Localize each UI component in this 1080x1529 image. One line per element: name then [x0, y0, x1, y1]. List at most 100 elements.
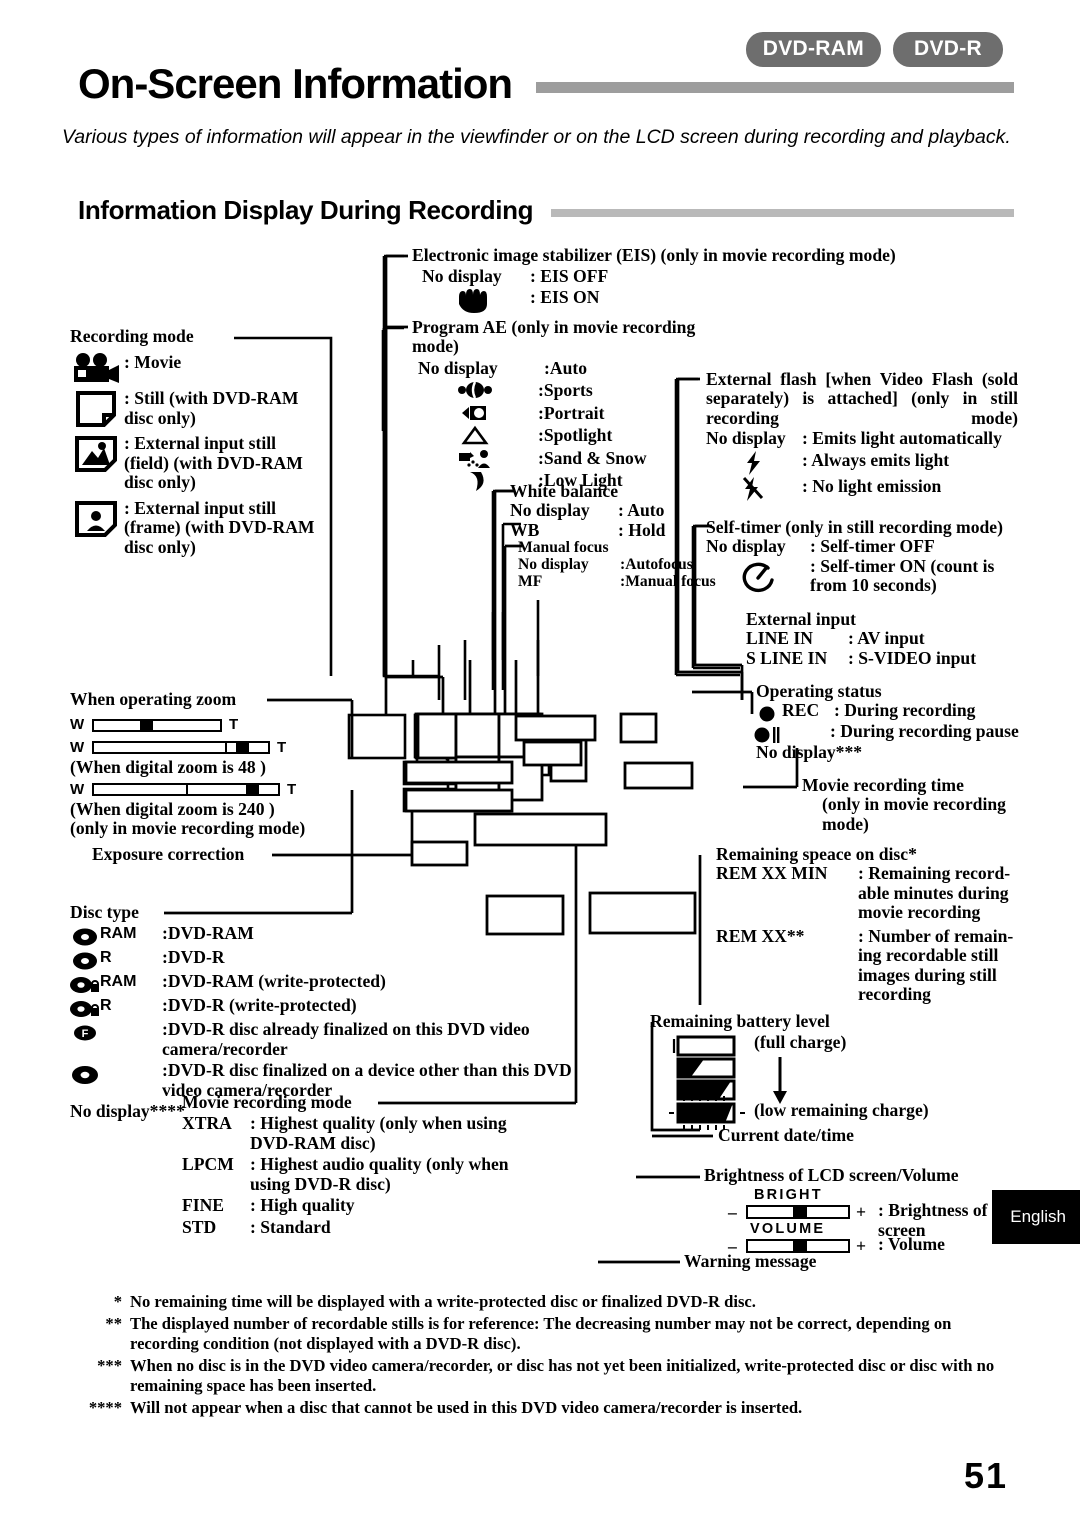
battery-heading: Remaining battery level [650, 1011, 830, 1031]
disc-type-code-ram: RAM [100, 925, 137, 943]
external-input-frame-icon [70, 499, 124, 537]
footnotes: * No remaining time will be displayed wi… [80, 1292, 1010, 1419]
program-ae-row-portrait: :Portrait [412, 403, 742, 423]
hand-icon [412, 288, 530, 313]
disc-type-text-r: :DVD-R [162, 947, 225, 968]
still-page-icon [70, 389, 124, 428]
operating-status-label-rec: REC [782, 700, 820, 721]
footnote-3-text: When no disc is in the DVD video camera/… [130, 1355, 995, 1396]
warning-message-heading: Warning message [684, 1251, 817, 1271]
page-title: On-Screen Information [78, 60, 513, 107]
manual-focus-row-mf: MF :Manual focus [518, 573, 718, 590]
program-ae-heading: Program AE (only in movie recording mode… [412, 317, 696, 357]
zoom-bar-2: W T [70, 737, 370, 757]
disc-type-code-ram-protected: RAM [100, 973, 137, 991]
operating-status-block: Operating status REC : During recording … [754, 681, 1046, 763]
zoom-bar-2-track[interactable] [91, 741, 270, 755]
zoom-block: When operating zoom W T W T (When digita… [70, 689, 370, 838]
program-ae-text-auto: :Auto [544, 357, 588, 378]
rec-dot-icon [756, 701, 778, 722]
zoom-bar-3: W T [70, 779, 370, 799]
zoom-bar-3-track[interactable] [91, 783, 280, 797]
zoom-bar-2-knob[interactable] [235, 743, 249, 753]
zoom-bar-2-divider [224, 743, 227, 753]
footnote-4-text: Will not appear when a disc that cannot … [130, 1397, 803, 1417]
external-input-row-svideo: S LINE IN : S-VIDEO input [746, 647, 1036, 668]
recording-mode-heading: Recording mode [70, 326, 194, 346]
manual-focus-text-auto: :Autofocus [620, 556, 693, 574]
external-flash-text-on: : Always emits light [802, 449, 950, 470]
movie-rec-mode-sym-fine: FINE [182, 1195, 225, 1216]
flash-off-icon [706, 476, 802, 501]
manual-focus-sym-no-display: No display [518, 556, 589, 574]
movie-rec-mode-row-xtra: XTRA : Highest quality (only when using … [182, 1113, 602, 1153]
zoom-bar-3-w: W [70, 781, 85, 798]
external-input-sym-s-line-in: S LINE IN [746, 647, 828, 668]
recording-mode-label-movie: : Movie [124, 352, 182, 373]
program-ae-text-sports: :Sports [538, 380, 593, 401]
remaining-space-sym-count: REM XX** [716, 925, 805, 946]
movie-rec-mode-row-std: STD : Standard [182, 1216, 602, 1237]
movie-recording-time-heading: Movie recording time [802, 775, 964, 795]
disc-type-code-r: R [100, 949, 112, 967]
self-timer-block: Self-timer (only in still recording mode… [706, 517, 1018, 596]
bright-slider-knob[interactable] [793, 1207, 807, 1218]
recording-mode-item-ext-frame: : External input still (frame) (with DVD… [70, 498, 330, 557]
volume-caption: VOLUME [750, 1221, 826, 1238]
battery-low-label: (low remaining charge) [754, 1100, 929, 1121]
footnote-1-mark: * [113, 1292, 122, 1311]
movie-recording-mode-heading: Movie recording mode [182, 1092, 352, 1112]
external-flash-row-auto: No display : Emits light automatically [706, 428, 1018, 448]
recording-mode-block: Recording mode : Movie : Still (with DVD… [70, 326, 330, 557]
section-title: Information Display During Recording [78, 195, 534, 225]
current-datetime-block: Current date/time [718, 1125, 978, 1145]
operating-status-text-pause: : During recording pause [830, 721, 1019, 742]
self-timer-row-off: No display : Self-timer OFF [706, 536, 1018, 556]
disc-plain-icon [70, 1061, 100, 1085]
zoom-bar-2-w: W [70, 739, 85, 756]
disc-type-row-ram: RAM :DVD-RAM [70, 923, 630, 946]
program-ae-row-sports: :Sports [412, 380, 742, 401]
self-timer-text-on: : Self-timer ON (count is from 10 second… [810, 555, 995, 596]
zoom-bar-1-knob[interactable] [139, 720, 153, 730]
footnote-2-mark: ** [105, 1313, 122, 1333]
movie-rec-mode-text-fine: : High quality [250, 1195, 355, 1216]
footnote-3: *** When no disc is in the DVD video cam… [80, 1356, 1010, 1397]
recording-mode-label-ext-field: : External input still (field) (with DVD… [124, 433, 303, 493]
exposure-correction-heading: Exposure correction [92, 844, 245, 864]
bright-caption: BRIGHT [754, 1187, 823, 1204]
zoom-bar-2-t: T [276, 739, 287, 756]
disc-type-text-r-protected: :DVD-R (write-protected) [162, 995, 357, 1016]
bright-slider[interactable] [746, 1205, 850, 1220]
disc-type-row-r: R :DVD-R [70, 947, 630, 970]
manual-focus-block: Manual focus No display :Autofocus MF :M… [518, 539, 718, 591]
external-input-row-av: LINE IN : AV input [746, 628, 1036, 648]
footnote-1-text: No remaining time will be displayed with… [130, 1292, 756, 1311]
disc-type-text-ram: :DVD-RAM [162, 923, 254, 944]
zoom-bar-1-track[interactable] [91, 718, 222, 732]
movie-rec-mode-text-xtra: : Highest quality (only when using DVD-R… [250, 1113, 507, 1153]
eis-row-off: No display : EIS OFF [412, 266, 972, 287]
zoom-bar-3-knob[interactable] [245, 785, 259, 795]
volume-slider-knob[interactable] [793, 1241, 807, 1252]
movie-rec-mode-sym-std: STD [182, 1216, 217, 1237]
remaining-space-sym-min: REM XX MIN [716, 863, 828, 884]
disc-type-code-r-protected: R [100, 997, 112, 1015]
zoom-note-48: (When digital zoom is 48 ) [70, 756, 266, 777]
current-datetime-heading: Current date/time [718, 1125, 854, 1145]
language-tab: English [992, 1190, 1080, 1244]
movie-recording-time-sub: (only in movie recording mode) [822, 794, 1006, 834]
eis-text-off: : EIS OFF [530, 266, 609, 287]
white-balance-sym-no-display: No display [510, 500, 590, 521]
external-input-heading: External input [746, 609, 856, 629]
footnote-2: ** The displayed number of recordable st… [80, 1314, 1010, 1355]
external-flash-heading: External flash [when Video Flash (sold s… [706, 369, 1018, 428]
section-title-row: Information Display During Recording [78, 195, 1014, 226]
disc-type-block: Disc type RAM :DVD-RAM R :DVD-R RAM:DVD… [70, 902, 630, 1122]
remaining-space-block: Remaining speace on disc* REM XX MIN : R… [716, 844, 1018, 1005]
manual-focus-row-auto: No display :Autofocus [518, 556, 718, 573]
disc-lock-icon [70, 972, 100, 994]
external-input-block: External input LINE IN : AV input S LINE… [746, 609, 1036, 668]
disc-type-row-ram-protected: RAM :DVD-RAM (write-protected) [70, 971, 630, 994]
program-ae-text-spotlight: :Spotlight [538, 425, 613, 446]
